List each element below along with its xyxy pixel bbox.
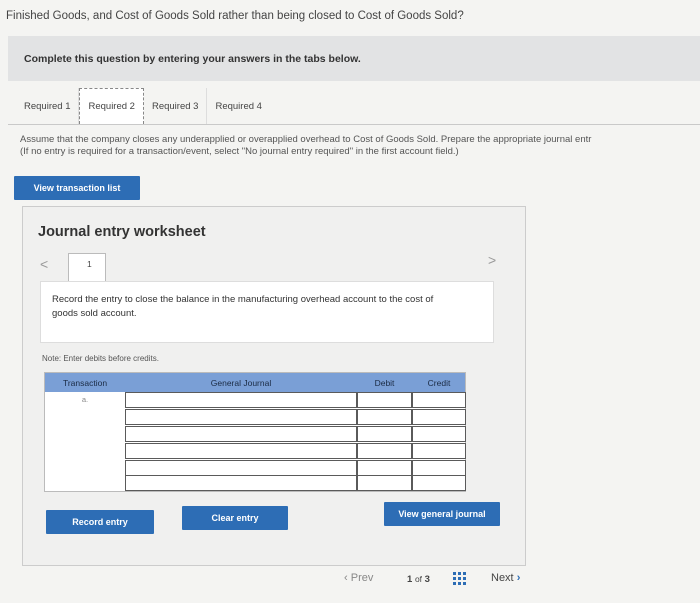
view-general-journal-button[interactable]: View general journal [384, 502, 500, 526]
debit-input[interactable] [357, 426, 412, 442]
next-label: Next [491, 572, 514, 584]
tab-required-3[interactable]: Required 3 [144, 88, 208, 124]
total-pages: 3 [424, 574, 430, 585]
worksheet-prompt-text: Record the entry to close the balance in… [52, 294, 434, 319]
transaction-cell [45, 426, 125, 442]
transaction-cell [45, 409, 125, 425]
account-select[interactable] [125, 475, 357, 491]
tab-required-4[interactable]: Required 4 [207, 88, 269, 124]
record-entry-button[interactable]: Record entry [46, 510, 154, 534]
col-header-credit: Credit [427, 377, 451, 388]
col-header-debit: Debit [374, 377, 395, 388]
instructions-banner: Complete this question by entering your … [8, 36, 700, 81]
table-row [45, 409, 466, 426]
account-select[interactable] [125, 409, 357, 425]
next-button[interactable]: Next › [491, 572, 520, 584]
credit-input[interactable] [412, 443, 466, 459]
worksheet-prev-arrow-icon[interactable]: < [40, 256, 48, 272]
debit-input[interactable] [357, 475, 412, 491]
worksheet-prompt-box: Record the entry to close the balance in… [40, 281, 494, 343]
credit-input[interactable] [412, 409, 466, 425]
worksheet-title: Journal entry worksheet [38, 224, 206, 240]
requirement-instructions: Assume that the company closes any under… [20, 134, 700, 158]
debits-note: Note: Enter debits before credits. [42, 354, 159, 363]
prev-label: Prev [350, 572, 374, 584]
account-select[interactable] [125, 392, 357, 408]
worksheet-next-arrow-icon[interactable]: > [488, 252, 496, 268]
page-counter: 1 of 3 [407, 574, 430, 585]
transaction-cell: a. [45, 392, 125, 408]
journal-table-header: Transaction General Journal Debit Credit [45, 373, 465, 393]
table-row [45, 443, 466, 460]
credit-input[interactable] [412, 475, 466, 491]
worksheet-page-tab-1[interactable]: 1 [68, 253, 106, 281]
clear-entry-button[interactable]: Clear entry [182, 506, 288, 530]
col-header-general-journal: General Journal [210, 377, 272, 388]
table-row: a. [45, 392, 466, 409]
account-select[interactable] [125, 426, 357, 442]
table-row [45, 426, 466, 443]
account-select[interactable] [125, 443, 357, 459]
credit-input[interactable] [412, 460, 466, 476]
table-row [45, 475, 466, 492]
view-transaction-list-button[interactable]: View transaction list [14, 176, 140, 200]
instruction-line-2: (If no entry is required for a transacti… [20, 146, 459, 157]
chevron-right-icon: › [516, 572, 521, 584]
transaction-cell [45, 443, 125, 459]
banner-text: Complete this question by entering your … [24, 53, 361, 65]
current-page: 1 [407, 574, 413, 585]
debit-input[interactable] [357, 443, 412, 459]
credit-input[interactable] [412, 426, 466, 442]
transaction-cell [45, 460, 125, 476]
tab-panel-border [8, 124, 700, 125]
instruction-line-1: Assume that the company closes any under… [20, 134, 592, 145]
grid-icon[interactable] [453, 572, 467, 589]
debit-input[interactable] [357, 460, 412, 476]
journal-entry-table: Transaction General Journal Debit Credit… [44, 372, 466, 492]
requirement-tabs: Required 1 Required 2 Required 3 Require… [16, 88, 270, 124]
chevron-left-icon: ‹ [344, 572, 348, 584]
transaction-cell [45, 475, 125, 491]
prev-button[interactable]: ‹ Prev [344, 572, 373, 584]
col-header-transaction: Transaction [62, 377, 108, 388]
question-text: Finished Goods, and Cost of Goods Sold r… [6, 10, 464, 22]
debit-input[interactable] [357, 409, 412, 425]
of-label: of [414, 574, 423, 584]
debit-input[interactable] [357, 392, 412, 408]
account-select[interactable] [125, 460, 357, 476]
tab-required-1[interactable]: Required 1 [16, 88, 80, 124]
tab-required-2[interactable]: Required 2 [79, 88, 144, 124]
credit-input[interactable] [412, 392, 466, 408]
